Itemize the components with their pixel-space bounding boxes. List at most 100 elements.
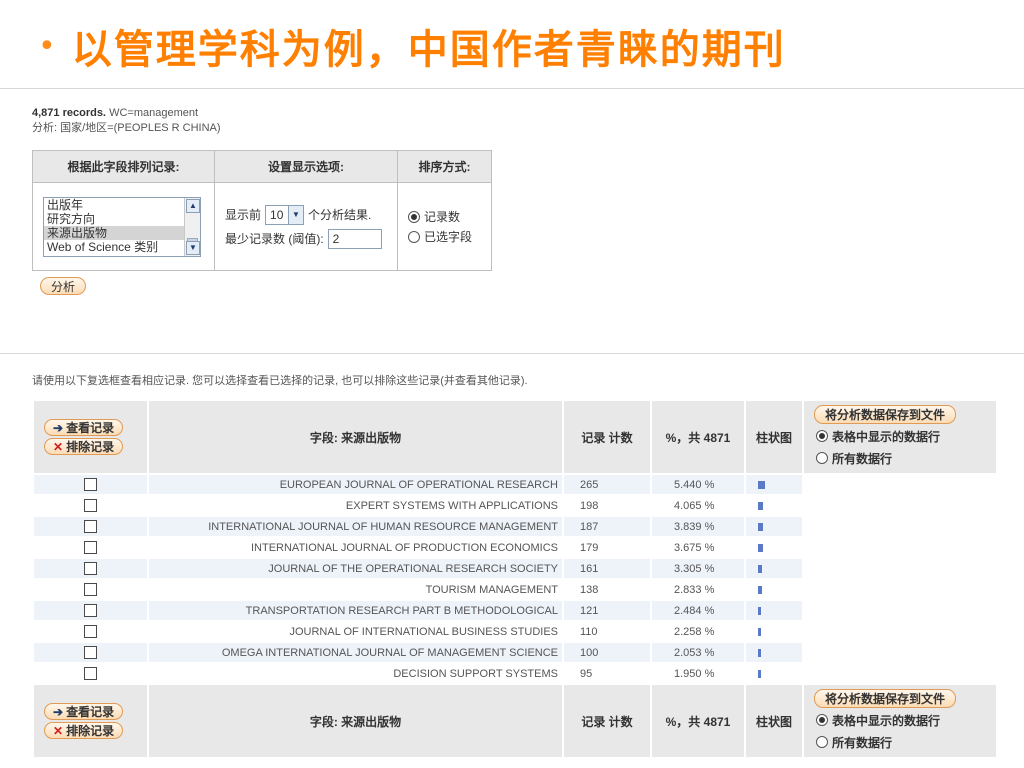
records-line: 4,871 records. WC=management	[32, 106, 221, 121]
sort-count-label: 记录数	[424, 210, 461, 224]
view-records-button-bottom[interactable]: ➔ 查看记录	[44, 703, 124, 720]
save-all-radio[interactable]	[816, 452, 828, 464]
sort-count-radio[interactable]	[408, 210, 420, 223]
percent-cell: 2.833 %	[674, 583, 715, 596]
slide-title: • 以管理学科为例，中国作者青睐的期刊	[38, 10, 786, 82]
source-title-cell: DECISION SUPPORT SYSTEMS	[393, 667, 558, 680]
sort-field-radio[interactable]	[408, 230, 420, 243]
sort-field-label: 已选字段	[424, 230, 473, 244]
analyze-button[interactable]: 分析	[40, 277, 87, 295]
percent-cell: 3.839 %	[652, 517, 744, 536]
share-bar	[758, 564, 762, 573]
row-checkbox[interactable]	[84, 478, 97, 491]
show-count-select[interactable]: 10 ▼	[265, 204, 305, 225]
listbox-scrollbar[interactable]: ▲ ▼	[184, 197, 200, 256]
bar-cell	[746, 538, 802, 557]
exclude-records-button[interactable]: ✕ 排除记录	[44, 438, 124, 455]
row-checkbox[interactable]	[84, 667, 97, 680]
row-checkbox-cell	[34, 622, 147, 641]
percent-cell: 1.950 %	[674, 667, 715, 680]
save-to-file-button[interactable]: 将分析数据保存到文件	[814, 405, 957, 424]
field-option[interactable]: 研究方向	[44, 212, 200, 226]
rank-field-header: 根据此字段排列记录:	[32, 150, 215, 183]
bar-cell	[746, 643, 802, 662]
record-count-cell: 110	[580, 625, 598, 638]
save-all-label: 所有数据行	[832, 451, 893, 466]
row-checkbox[interactable]	[84, 562, 97, 575]
row-checkbox-cell	[34, 496, 147, 515]
save-all-rows-option-bottom[interactable]: 所有数据行	[814, 732, 996, 752]
bar-cell	[746, 622, 802, 641]
field-column-footer: 字段: 来源出版物	[149, 685, 562, 757]
row-checkbox[interactable]	[84, 646, 97, 659]
bar-column-header: 柱状图	[746, 401, 802, 473]
save-all-rows-option[interactable]: 所有数据行	[814, 448, 996, 468]
arrow-right-icon: ➔	[53, 704, 64, 719]
table-row: EUROPEAN JOURNAL OF OPERATIONAL RESEARCH…	[34, 475, 996, 494]
record-count-cell: 121	[564, 601, 650, 620]
field-option[interactable]: Web of Science 类别	[44, 240, 200, 254]
bar-cell	[746, 517, 802, 536]
percent-cell: 2.258 %	[674, 625, 715, 638]
bar-column-footer: 柱状图	[746, 685, 802, 757]
save-shown-radio[interactable]	[816, 430, 828, 442]
save-options-footer: 将分析数据保存到文件 表格中显示的数据行 所有数据行	[804, 685, 996, 757]
save-shown-rows-option[interactable]: 表格中显示的数据行	[814, 426, 996, 446]
share-bar	[758, 669, 761, 678]
field-listbox[interactable]: 出版年 研究方向 来源出版物 Web of Science 类别 ▲ ▼	[43, 196, 201, 257]
record-count-cell: 198	[580, 499, 599, 512]
scroll-down-icon[interactable]: ▼	[186, 240, 200, 255]
save-all-radio[interactable]	[816, 736, 828, 748]
view-records-button[interactable]: ➔ 查看记录	[44, 419, 124, 436]
source-title-cell: TOURISM MANAGEMENT	[425, 583, 558, 596]
show-count-value: 10	[270, 207, 284, 222]
save-shown-radio[interactable]	[816, 714, 828, 726]
percent-cell: 4.065 %	[674, 499, 715, 512]
min-records-line: 最少记录数 (阈值): 2	[225, 227, 387, 251]
percent-column-footer: %，共 4871	[652, 685, 744, 757]
row-checkbox[interactable]	[84, 583, 97, 596]
percent-column-header: %，共 4871	[652, 401, 744, 473]
sort-header: 排序方式:	[397, 150, 492, 183]
min-records-input[interactable]: 2	[327, 228, 382, 249]
save-shown-rows-option-bottom[interactable]: 表格中显示的数据行	[814, 710, 996, 730]
record-count-cell: 179	[580, 541, 599, 554]
row-checkbox[interactable]	[84, 499, 97, 512]
title-text: 以管理学科为例，中国作者青睐的期刊	[71, 27, 786, 73]
sort-by-count-option[interactable]: 记录数	[408, 207, 481, 227]
percent-cell: 2.053 %	[652, 643, 744, 662]
close-icon: ✕	[53, 439, 64, 454]
filter-line: 分析: 国家/地区=(PEOPLES R CHINA)	[32, 122, 221, 134]
row-checkbox[interactable]	[84, 541, 97, 554]
row-checkbox[interactable]	[84, 625, 97, 638]
results-table: ➔ 查看记录 ✕ 排除记录 字段: 来源出版物 记录 计数 %，共 4871 柱状图…	[32, 399, 998, 759]
arrow-right-icon: ➔	[53, 420, 64, 435]
percent-cell: 2.484 %	[652, 601, 744, 620]
row-checkbox[interactable]	[84, 604, 97, 617]
field-column-header: 字段: 来源出版物	[149, 401, 562, 473]
record-actions-header: ➔ 查看记录 ✕ 排除记录	[34, 401, 147, 473]
record-count-cell: 161	[564, 559, 650, 578]
field-option[interactable]: 出版年	[44, 198, 200, 212]
row-checkbox-cell	[34, 475, 147, 494]
record-count-cell: 138	[580, 583, 599, 596]
row-checkbox-cell	[34, 664, 147, 683]
bar-cell	[746, 601, 802, 620]
save-to-file-button-bottom[interactable]: 将分析数据保存到文件	[814, 689, 957, 708]
field-option-selected[interactable]: 来源出版物	[44, 225, 200, 240]
title-divider	[0, 88, 1024, 89]
show-top-line: 显示前 10 ▼ 个分析结果.	[225, 203, 387, 227]
bar-cell	[746, 559, 802, 578]
count-column-footer: 记录 计数	[564, 685, 650, 757]
sort-by-field-option[interactable]: 已选字段	[408, 227, 481, 247]
source-title-cell: EUROPEAN JOURNAL OF OPERATIONAL RESEARCH	[149, 475, 562, 494]
save-options-header: 将分析数据保存到文件 表格中显示的数据行 所有数据行	[804, 401, 996, 473]
exclude-records-button-bottom[interactable]: ✕ 排除记录	[44, 722, 124, 739]
bar-cell	[746, 664, 802, 683]
scroll-up-icon[interactable]: ▲	[186, 198, 200, 213]
share-bar	[758, 522, 763, 531]
record-actions-footer: ➔ 查看记录 ✕ 排除记录	[34, 685, 147, 757]
instruction-text: 请使用以下复选框查看相应记录. 您可以选择查看已选择的记录, 也可以排除这些记录…	[32, 375, 528, 387]
row-checkbox-cell	[34, 538, 147, 557]
row-checkbox[interactable]	[84, 520, 97, 533]
